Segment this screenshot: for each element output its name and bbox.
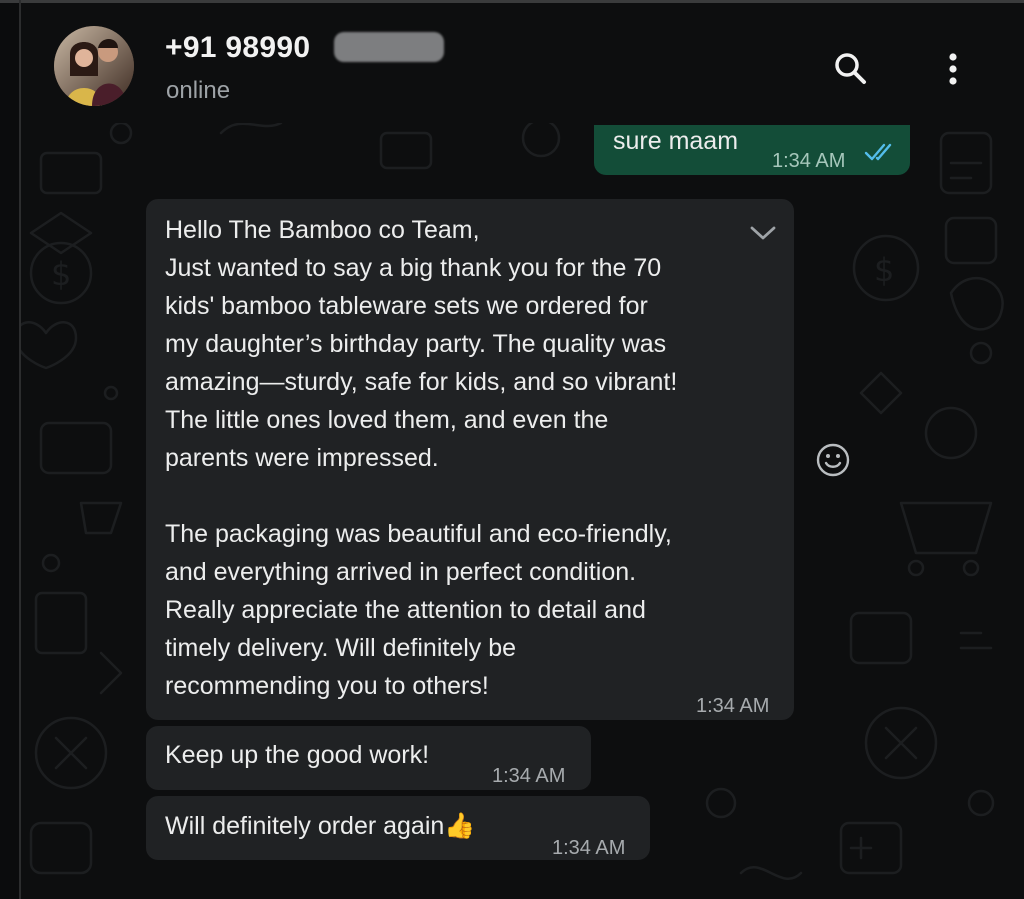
message-text: Will definitely order again👍 [165,812,476,840]
chat-header[interactable]: +91 98990 online [21,3,1024,123]
message-time: 1:34 AM [492,765,566,787]
message-text: Keep up the good work! [165,741,430,769]
message-text: Hello The Bamboo co Team, Just wanted to… [165,216,678,700]
react-emoji-icon[interactable] [815,442,851,478]
contact-status: online [166,77,231,104]
message-time: 1:34 AM [772,150,846,172]
menu-button[interactable] [929,45,977,93]
search-icon [835,53,866,84]
redacted-number-blur [334,32,444,62]
message-text: sure maam [613,127,739,155]
more-vertical-icon [949,53,957,85]
message-time: 1:34 AM [696,695,770,717]
svg-text:$: $ [51,255,71,293]
read-receipt-icon [864,143,892,161]
avatar[interactable] [54,26,134,106]
message-bubble-incoming[interactable]: Will definitely order again👍 1:34 AM [146,796,650,860]
window-left-border [19,0,21,899]
svg-text:$: $ [874,251,894,289]
message-bubble-incoming[interactable]: Keep up the good work! 1:34 AM [146,726,591,790]
message-bubble-outgoing[interactable]: sure maam 1:34 AM [594,125,910,175]
message-bubble-incoming[interactable]: Hello The Bamboo co Team, Just wanted to… [146,199,794,720]
chevron-down-icon[interactable] [748,223,778,243]
avatar-photo-icon [54,26,134,106]
contact-name[interactable]: +91 98990 [165,31,310,65]
message-time: 1:34 AM [552,837,626,859]
search-button[interactable] [827,45,875,93]
chat-window: $ $ +91 98990 online sure maam 1:34 AM H… [0,0,1024,899]
